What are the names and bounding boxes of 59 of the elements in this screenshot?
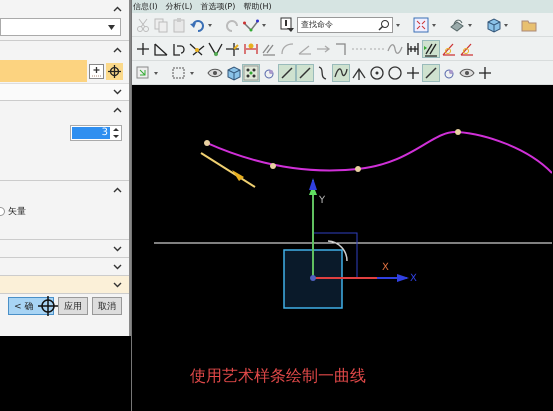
menu-item[interactable]: 信息(I) — [133, 1, 158, 12]
dimension-icon[interactable] — [243, 40, 259, 56]
extend-icon[interactable] — [207, 40, 223, 56]
cube-icon[interactable] — [225, 64, 241, 80]
spline-points-icon[interactable] — [243, 16, 259, 32]
dialog-button[interactable]: < 确 — [8, 297, 54, 315]
cube-icon[interactable] — [485, 16, 501, 32]
center-point-icon[interactable] — [369, 64, 385, 80]
origin-point — [310, 275, 316, 281]
y-axis-arrow[interactable] — [309, 178, 317, 278]
dropdown-field[interactable] — [0, 18, 121, 36]
search-icon — [378, 18, 390, 30]
spline-icon[interactable] — [333, 64, 349, 80]
display-style-icon[interactable] — [449, 16, 465, 32]
control-point[interactable] — [204, 140, 210, 146]
crosshair-cursor-icon — [38, 296, 58, 316]
plus-icon[interactable] — [405, 64, 421, 80]
axis-label: X — [410, 274, 417, 284]
circle-icon[interactable] — [387, 64, 403, 80]
grid-points-icon[interactable] — [243, 64, 259, 80]
caption-text: 使用艺术样条绘制一曲线 — [190, 366, 366, 387]
plane-square — [283, 249, 343, 309]
crosshair-icon[interactable] — [106, 62, 123, 80]
plus-icon[interactable] — [477, 64, 493, 80]
dialog-button[interactable]: 应用 — [58, 297, 88, 315]
collapse-chevron-icon[interactable] — [113, 47, 122, 53]
axis-label: X — [382, 263, 389, 273]
menu-item[interactable]: 首选项(P) — [200, 1, 236, 12]
collapse-chevron-icon[interactable] — [113, 6, 122, 12]
trim-icon[interactable] — [189, 40, 205, 56]
slash-icon[interactable] — [279, 64, 295, 80]
parallel-lines-icon[interactable] — [423, 40, 439, 56]
expand-chevron-icon[interactable] — [113, 264, 122, 270]
select-box-icon[interactable] — [171, 64, 187, 80]
add-point-icon[interactable] — [89, 64, 104, 78]
collapse-chevron-icon[interactable] — [113, 107, 122, 113]
radio-label: 矢量 — [8, 206, 26, 218]
bracket-icon[interactable] — [405, 40, 421, 56]
tangent-arrow[interactable] — [200, 152, 256, 188]
search-field[interactable]: 查找命令 — [297, 16, 393, 32]
control-point[interactable] — [355, 166, 361, 172]
corner-icon[interactable] — [225, 40, 241, 56]
fit-view-icon[interactable] — [413, 16, 429, 32]
collapse-chevron-icon[interactable] — [113, 187, 122, 193]
menu-item[interactable]: 分析(L) — [166, 1, 192, 12]
expand-chevron-icon[interactable] — [113, 246, 122, 252]
dropdown-caret-icon — [108, 24, 115, 30]
dialog-button[interactable]: 取消 — [92, 297, 122, 315]
menu-item[interactable]: 帮助(H) — [243, 1, 272, 12]
control-point[interactable] — [455, 129, 461, 135]
expand-chevron-icon[interactable] — [113, 282, 122, 288]
axis-label: Y — [319, 196, 326, 206]
control-point[interactable] — [270, 163, 276, 169]
plus-icon[interactable] — [135, 40, 151, 56]
slash-icon[interactable] — [423, 64, 439, 80]
slash-icon[interactable] — [297, 64, 313, 80]
rotation-handle[interactable] — [328, 240, 348, 262]
spin-arrows-icon[interactable] — [113, 127, 119, 139]
expand-chevron-icon[interactable] — [113, 89, 122, 95]
